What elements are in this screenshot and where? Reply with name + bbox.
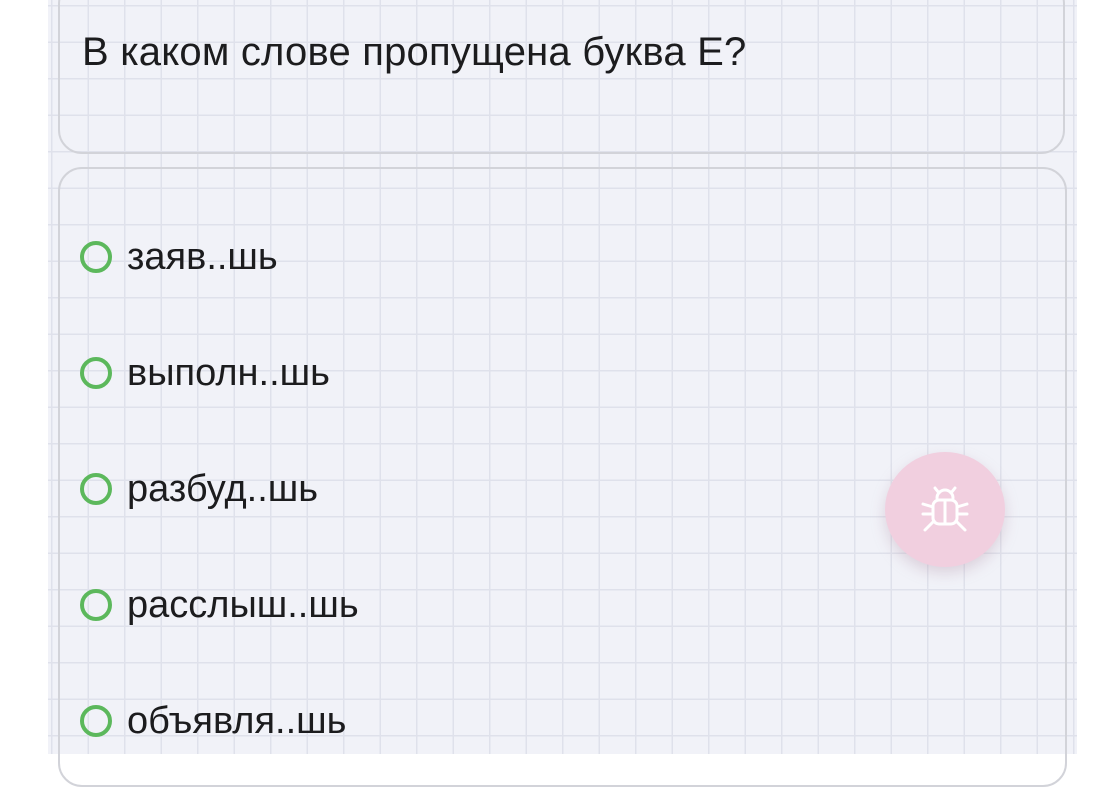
page-edge bbox=[1077, 0, 1097, 754]
option-label: заяв..шь bbox=[127, 236, 278, 278]
debug-button[interactable] bbox=[885, 452, 1005, 567]
answer-option-5[interactable]: объявля..шь bbox=[80, 699, 346, 743]
option-label: расслыш..шь bbox=[127, 584, 359, 626]
radio-button[interactable] bbox=[80, 705, 112, 737]
radio-button[interactable] bbox=[80, 473, 112, 505]
question-text: В каком слове пропущена буква Е? bbox=[82, 30, 747, 74]
radio-button[interactable] bbox=[80, 241, 112, 273]
answer-option-2[interactable]: выполн..шь bbox=[80, 351, 330, 395]
answer-option-3[interactable]: разбуд..шь bbox=[80, 467, 318, 511]
radio-button[interactable] bbox=[80, 357, 112, 389]
option-label: объявля..шь bbox=[127, 700, 347, 742]
bug-icon bbox=[921, 486, 969, 531]
answer-option-1[interactable]: заяв..шь bbox=[80, 235, 278, 279]
answer-option-4[interactable]: расслыш..шь bbox=[80, 583, 359, 627]
option-label: разбуд..шь bbox=[127, 468, 319, 510]
option-label: выполн..шь bbox=[127, 352, 330, 394]
question-card bbox=[58, 0, 1065, 154]
radio-button[interactable] bbox=[80, 589, 112, 621]
